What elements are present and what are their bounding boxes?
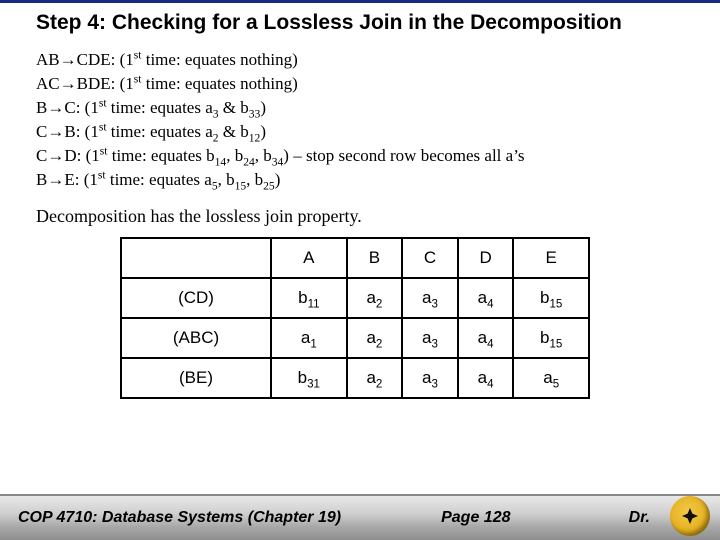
cell-base: a bbox=[478, 288, 487, 307]
fd-lhs: AC bbox=[36, 74, 60, 93]
fd-rhs: D bbox=[64, 146, 76, 165]
table-cell: a5 bbox=[513, 358, 589, 398]
cell-sub: 11 bbox=[308, 298, 320, 310]
cell-sub: 4 bbox=[487, 298, 493, 310]
col-A: A bbox=[271, 238, 347, 278]
ucf-logo-icon bbox=[670, 496, 710, 536]
lossless-table-wrap: A B C D E (CD)b11a2a3a4b15(ABC)a1a2a3a4b… bbox=[120, 237, 590, 399]
cell-sub: 3 bbox=[432, 338, 438, 350]
property-statement: Decomposition has the lossless join prop… bbox=[36, 206, 684, 227]
table-cell: a3 bbox=[402, 358, 458, 398]
cell-sub: 3 bbox=[432, 298, 438, 310]
fd-rhs: B bbox=[64, 122, 75, 141]
arrow-icon: → bbox=[47, 122, 64, 141]
fd-list: AB→CDE: (1st time: equates nothing)AC→BD… bbox=[36, 49, 684, 192]
fd-note: (1st time: equates a2 & b12) bbox=[85, 122, 266, 141]
cell-base: a bbox=[422, 328, 431, 347]
arrow-icon: → bbox=[47, 146, 64, 165]
table-cell: b15 bbox=[513, 318, 589, 358]
fd-note: (1st time: equates a3 & b33) bbox=[85, 98, 266, 117]
fd-line: B→C: (1st time: equates a3 & b33) bbox=[36, 97, 684, 120]
cell-sub: 15 bbox=[550, 298, 563, 310]
arrow-icon: → bbox=[47, 170, 64, 189]
table-cell: b31 bbox=[271, 358, 347, 398]
footer-author: Dr. bbox=[629, 509, 650, 527]
fd-note: (1st time: equates nothing) bbox=[120, 74, 298, 93]
fd-line: AB→CDE: (1st time: equates nothing) bbox=[36, 49, 684, 72]
row-name: (CD) bbox=[121, 278, 271, 318]
lossless-table: A B C D E (CD)b11a2a3a4b15(ABC)a1a2a3a4b… bbox=[120, 237, 590, 399]
fd-line: B→E: (1st time: equates a5, b15, b25) bbox=[36, 169, 684, 192]
cell-sub: 31 bbox=[307, 378, 320, 390]
fd-lhs: AB bbox=[36, 50, 60, 69]
fd-note: (1st time: equates nothing) bbox=[120, 50, 298, 69]
cell-base: b bbox=[298, 368, 307, 387]
fd-lhs: C bbox=[36, 146, 47, 165]
cell-sub: 15 bbox=[550, 338, 563, 350]
cell-base: a bbox=[301, 328, 310, 347]
table-cell: a3 bbox=[402, 318, 458, 358]
col-C: C bbox=[402, 238, 458, 278]
fd-rhs: C bbox=[64, 98, 75, 117]
table-row: (BE)b31a2a3a4a5 bbox=[121, 358, 589, 398]
col-E: E bbox=[513, 238, 589, 278]
table-cell: a3 bbox=[402, 278, 458, 318]
top-rule bbox=[0, 0, 720, 3]
cell-sub: 2 bbox=[376, 378, 382, 390]
cell-base: a bbox=[366, 368, 375, 387]
cell-base: a bbox=[478, 328, 487, 347]
fd-rhs: BDE bbox=[77, 74, 111, 93]
table-cell: a4 bbox=[458, 318, 514, 358]
fd-line: C→D: (1st time: equates b14, b24, b34) –… bbox=[36, 145, 684, 168]
cell-sub: 2 bbox=[376, 298, 382, 310]
cell-base: a bbox=[543, 368, 552, 387]
table-cell: b15 bbox=[513, 278, 589, 318]
footer-course: COP 4710: Database Systems (Chapter 19) bbox=[18, 509, 341, 527]
cell-sub: 5 bbox=[553, 378, 559, 390]
table-row: (ABC)a1a2a3a4b15 bbox=[121, 318, 589, 358]
fd-note: (1st time: equates b14, b24, b34) – stop… bbox=[86, 146, 525, 165]
arrow-icon: → bbox=[60, 74, 77, 93]
cell-base: a bbox=[366, 328, 375, 347]
footer-page: Page 128 bbox=[441, 509, 510, 527]
cell-base: a bbox=[422, 368, 431, 387]
table-cell: a2 bbox=[347, 278, 403, 318]
cell-base: b bbox=[540, 288, 549, 307]
arrow-icon: → bbox=[60, 50, 77, 69]
fd-rhs: E bbox=[64, 170, 74, 189]
cell-sub: 4 bbox=[487, 378, 493, 390]
footer-bar: COP 4710: Database Systems (Chapter 19) … bbox=[0, 494, 720, 540]
fd-lhs: C bbox=[36, 122, 47, 141]
cell-sub: 1 bbox=[310, 338, 316, 350]
col-B: B bbox=[347, 238, 403, 278]
col-D: D bbox=[458, 238, 514, 278]
table-cell: a4 bbox=[458, 278, 514, 318]
cell-base: b bbox=[540, 328, 549, 347]
slide-title: Step 4: Checking for a Lossless Join in … bbox=[36, 11, 704, 35]
table-row: (CD)b11a2a3a4b15 bbox=[121, 278, 589, 318]
row-name: (BE) bbox=[121, 358, 271, 398]
table-cell: a1 bbox=[271, 318, 347, 358]
table-cell: a2 bbox=[347, 358, 403, 398]
fd-line: C→B: (1st time: equates a2 & b12) bbox=[36, 121, 684, 144]
table-cell: a4 bbox=[458, 358, 514, 398]
cell-base: a bbox=[478, 368, 487, 387]
fd-rhs: CDE bbox=[77, 50, 111, 69]
cell-sub: 2 bbox=[376, 338, 382, 350]
cell-base: b bbox=[298, 288, 307, 307]
fd-line: AC→BDE: (1st time: equates nothing) bbox=[36, 73, 684, 96]
cell-sub: 4 bbox=[487, 338, 493, 350]
fd-note: (1st time: equates a5, b15, b25) bbox=[84, 170, 281, 189]
row-name: (ABC) bbox=[121, 318, 271, 358]
table-cell: b11 bbox=[271, 278, 347, 318]
table-header-row: A B C D E bbox=[121, 238, 589, 278]
cell-base: a bbox=[366, 288, 375, 307]
table-cell: a2 bbox=[347, 318, 403, 358]
cell-base: a bbox=[422, 288, 431, 307]
cell-sub: 3 bbox=[432, 378, 438, 390]
arrow-icon: → bbox=[47, 98, 64, 117]
fd-lhs: B bbox=[36, 170, 47, 189]
fd-lhs: B bbox=[36, 98, 47, 117]
header-blank bbox=[121, 238, 271, 278]
